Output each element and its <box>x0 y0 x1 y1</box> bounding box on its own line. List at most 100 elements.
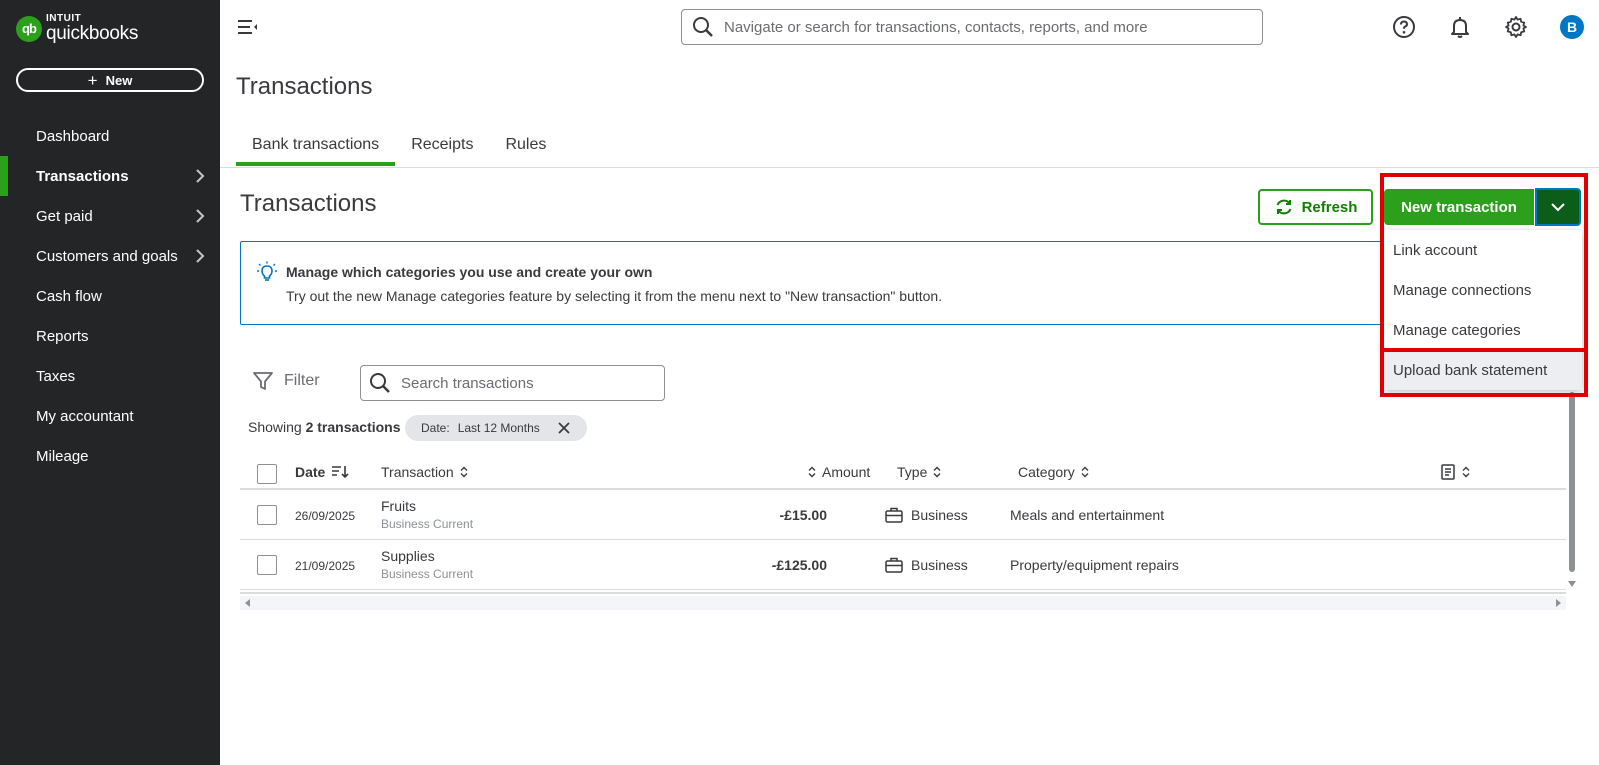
select-all-checkbox[interactable] <box>257 464 277 484</box>
search-icon <box>693 17 713 37</box>
transaction-search-input[interactable] <box>401 374 651 392</box>
result-count: Showing 2 transactions <box>248 419 401 435</box>
sort-descending-icon <box>332 466 349 479</box>
sidebar-item-reports[interactable]: Reports <box>0 316 220 356</box>
scroll-left-icon[interactable] <box>244 599 252 607</box>
tab-bank-transactions[interactable]: Bank transactions <box>236 130 396 166</box>
row-category[interactable]: Property/equipment repairs <box>1010 557 1179 573</box>
column-header-transaction[interactable]: Transaction <box>381 464 468 480</box>
sidebar-item-my-accountant[interactable]: My accountant <box>0 396 220 436</box>
sidebar-item-cash-flow[interactable]: Cash flow <box>0 276 220 316</box>
tabs-divider <box>220 167 1599 168</box>
new-transaction-menu: Link account Manage connections Manage c… <box>1384 230 1582 390</box>
close-icon[interactable] <box>557 421 571 435</box>
chevron-right-icon <box>196 249 205 263</box>
tab-rules[interactable]: Rules <box>489 130 562 166</box>
column-header-memo[interactable] <box>1440 464 1470 480</box>
sidebar-item-label: My accountant <box>36 407 134 425</box>
sidebar-item-label: Transactions <box>36 167 129 185</box>
sort-icon <box>460 466 468 478</box>
sidebar-item-label: Taxes <box>36 367 76 385</box>
avatar[interactable]: B <box>1560 15 1584 39</box>
sort-icon <box>1081 466 1089 478</box>
row-amount: -£15.00 <box>779 507 827 523</box>
info-banner: Manage which categories you use and crea… <box>240 241 1400 325</box>
sidebar-item-label: Cash flow <box>36 287 102 305</box>
filter-button[interactable]: Filter <box>252 370 320 392</box>
sort-icon <box>808 466 816 478</box>
tab-bar: Bank transactions Receipts Rules <box>236 130 562 166</box>
table-header: Date Transaction Amount Type Category <box>240 454 1566 490</box>
chip-key: Date: <box>421 421 450 435</box>
help-icon[interactable] <box>1392 15 1416 39</box>
quickbooks-wordmark: quickbooks <box>46 23 139 44</box>
chevron-right-icon <box>196 169 205 183</box>
sidebar-item-label: Mileage <box>36 447 89 465</box>
column-header-type[interactable]: Type <box>897 464 941 480</box>
global-search-input[interactable] <box>724 18 1244 36</box>
transaction-search[interactable] <box>360 365 665 401</box>
collapse-menu-icon[interactable] <box>238 18 258 36</box>
bell-icon[interactable] <box>1448 15 1472 39</box>
gear-icon[interactable] <box>1504 15 1528 39</box>
sidebar-item-label: Customers and goals <box>36 247 178 265</box>
sidebar-item-mileage[interactable]: Mileage <box>0 436 220 476</box>
menu-item-link-account[interactable]: Link account <box>1384 230 1582 270</box>
menu-item-manage-categories[interactable]: Manage categories <box>1384 310 1582 350</box>
tab-receipts[interactable]: Receipts <box>395 130 489 166</box>
filter-icon <box>253 372 273 390</box>
sort-icon <box>933 466 941 478</box>
briefcase-icon <box>885 507 903 523</box>
sidebar-item-label: Reports <box>36 327 89 345</box>
table-row[interactable]: 26/09/2025 Fruits Business Current -£15.… <box>240 490 1566 540</box>
column-header-category[interactable]: Category <box>1018 464 1089 480</box>
row-category[interactable]: Meals and entertainment <box>1010 507 1164 523</box>
filter-label: Filter <box>284 372 320 389</box>
new-button[interactable]: + New <box>16 68 204 92</box>
new-transaction-menu-toggle[interactable] <box>1535 188 1581 226</box>
sidebar-item-get-paid[interactable]: Get paid <box>0 196 220 236</box>
row-checkbox[interactable] <box>257 505 277 525</box>
refresh-icon <box>1276 199 1291 215</box>
vertical-scrollbar[interactable] <box>1566 392 1578 592</box>
row-account: Business Current <box>381 567 474 581</box>
column-header-amount[interactable]: Amount <box>808 464 870 480</box>
refresh-button[interactable]: Refresh <box>1258 189 1373 225</box>
briefcase-icon <box>885 557 903 573</box>
global-search[interactable] <box>681 9 1263 45</box>
new-button-label: New <box>105 72 133 88</box>
new-transaction-button[interactable]: New transaction <box>1384 189 1534 225</box>
lightbulb-icon <box>257 261 277 281</box>
sidebar-item-label: Dashboard <box>36 127 110 145</box>
sidebar-nav: Dashboard Transactions Get paid Customer… <box>0 116 220 476</box>
column-header-date[interactable]: Date <box>295 464 349 480</box>
row-amount: -£125.00 <box>771 557 827 573</box>
row-date: 21/09/2025 <box>295 559 356 573</box>
row-account: Business Current <box>381 517 474 531</box>
row-type[interactable]: Business <box>885 557 968 573</box>
plus-icon: + <box>87 70 98 90</box>
scroll-right-icon[interactable] <box>1554 599 1562 607</box>
menu-item-manage-connections[interactable]: Manage connections <box>1384 270 1582 310</box>
date-filter-chip[interactable]: Date: Last 12 Months <box>405 415 587 441</box>
sidebar-item-dashboard[interactable]: Dashboard <box>0 116 220 156</box>
table-row[interactable]: 21/09/2025 Supplies Business Current -£1… <box>240 540 1566 590</box>
menu-item-upload-bank-statement[interactable]: Upload bank statement <box>1384 350 1582 390</box>
banner-body: Try out the new Manage categories featur… <box>286 288 943 304</box>
sidebar-item-customers-and-goals[interactable]: Customers and goals <box>0 236 220 276</box>
sidebar-item-taxes[interactable]: Taxes <box>0 356 220 396</box>
row-transaction-name: Supplies <box>381 548 435 564</box>
scroll-down-icon[interactable] <box>1568 580 1576 588</box>
refresh-button-label: Refresh <box>1301 198 1358 216</box>
search-icon <box>370 373 390 393</box>
row-date: 26/09/2025 <box>295 509 356 523</box>
sidebar-item-transactions[interactable]: Transactions <box>0 156 220 196</box>
scrollbar-thumb[interactable] <box>1569 392 1575 572</box>
sidebar-item-label: Get paid <box>36 207 93 225</box>
row-type[interactable]: Business <box>885 507 968 523</box>
horizontal-scrollbar[interactable] <box>240 596 1566 610</box>
quickbooks-logo[interactable]: qb INTUIT quickbooks <box>16 14 138 43</box>
chevron-down-icon <box>1551 203 1565 212</box>
chip-value: Last 12 Months <box>457 421 540 435</box>
row-checkbox[interactable] <box>257 555 277 575</box>
